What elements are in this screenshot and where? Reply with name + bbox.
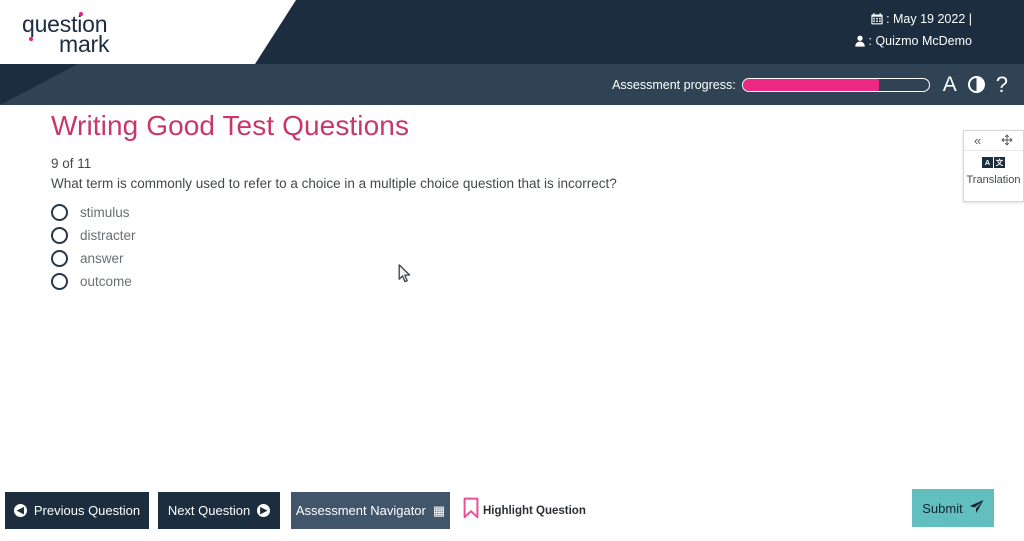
logo-text-mark: mark (59, 31, 110, 57)
header-meta: : May 19 2022 | : Quizmo McDemo (854, 8, 973, 52)
submit-label: Submit (922, 500, 963, 516)
answer-option-1[interactable]: distracter (51, 224, 136, 247)
translation-panel-header: « (964, 131, 1023, 151)
highlight-question-label: Highlight Question (483, 504, 586, 517)
assessment-page: question mark: May 19 2022 |: Quizmo M… (0, 0, 1024, 541)
submit-button[interactable]: Submit (912, 489, 994, 527)
answer-option-label: outcome (80, 274, 132, 289)
move-icon[interactable] (1001, 134, 1013, 148)
logo-accent-dot-i (79, 12, 83, 16)
assessment-navigator-label: Assessment Navigator (295, 503, 426, 518)
next-question-button[interactable]: Next Question ▶ (158, 492, 280, 529)
answer-option-3[interactable]: outcome (51, 270, 136, 293)
assessment-navigator-button[interactable]: Assessment Navigator ▦ (291, 492, 450, 529)
radio-button[interactable] (51, 227, 68, 244)
bookmark-icon (462, 497, 480, 524)
assessment-progress-bar (741, 77, 930, 92)
arrow-left-circle-icon: ◀ (13, 504, 27, 517)
help-icon[interactable]: ? (996, 73, 1008, 96)
answer-options-list: stimulus distracter answer outcome (51, 201, 136, 293)
question-content: Writing Good Test Questions 9 of 11 What… (0, 105, 1024, 481)
progress-band-diagonal (0, 64, 78, 105)
footer-toolbar: ◀ Previous Question Next Question ▶ Asse… (0, 481, 1024, 541)
translation-chip-target: 文 (994, 157, 1005, 168)
progress-controls: Assessment progress: A ? (612, 64, 1008, 105)
translation-icon[interactable]: A 文 (982, 157, 1005, 168)
question-text: What term is commonly used to refer to a… (51, 176, 617, 191)
translation-panel[interactable]: « A 文 Translation (963, 130, 1024, 202)
answer-option-0[interactable]: stimulus (51, 201, 136, 224)
header-date-row: : May 19 2022 | (854, 8, 972, 30)
header-user-text: : Quizmo McDemo (868, 34, 973, 48)
assessment-progress-fill (742, 78, 879, 91)
send-icon (969, 499, 984, 517)
calendar-icon (871, 13, 883, 25)
header-date-text: : May 19 2022 | (886, 12, 972, 26)
contrast-icon[interactable] (967, 76, 985, 93)
grid-icon: ▦ (432, 503, 446, 518)
answer-option-label: stimulus (80, 205, 130, 220)
radio-button[interactable] (51, 250, 68, 267)
previous-question-label: Previous Question (33, 503, 141, 518)
translation-label: Translation (966, 174, 1021, 186)
collapse-chevron-icon[interactable]: « (974, 134, 981, 147)
answer-option-2[interactable]: answer (51, 247, 136, 270)
header-user-row: : Quizmo McDemo (854, 30, 973, 52)
radio-button[interactable] (51, 273, 68, 290)
previous-question-button[interactable]: ◀ Previous Question (5, 492, 149, 529)
questionmark-logo[interactable]: question mark (22, 12, 232, 57)
page-title: Writing Good Test Questions (51, 110, 410, 141)
assessment-progress-label: Assessment progress: (612, 77, 736, 92)
font-size-icon[interactable]: A (943, 74, 957, 95)
answer-option-label: answer (80, 251, 124, 266)
arrow-right-circle-icon: ▶ (257, 504, 271, 517)
accessibility-controls: A ? (943, 73, 1008, 96)
radio-button[interactable] (51, 204, 68, 221)
question-counter: 9 of 11 (51, 156, 92, 171)
progress-band: Assessment progress: A ? (0, 64, 1024, 105)
translation-chip-source: A (982, 157, 993, 168)
answer-option-label: distracter (80, 228, 136, 243)
logo-accent-dot-q (29, 37, 33, 41)
top-header-band: question mark: May 19 2022 |: Quizmo M… (0, 0, 1024, 64)
user-icon (854, 35, 866, 47)
next-question-label: Next Question (167, 503, 251, 518)
highlight-question-button[interactable]: Highlight Question (462, 497, 586, 524)
